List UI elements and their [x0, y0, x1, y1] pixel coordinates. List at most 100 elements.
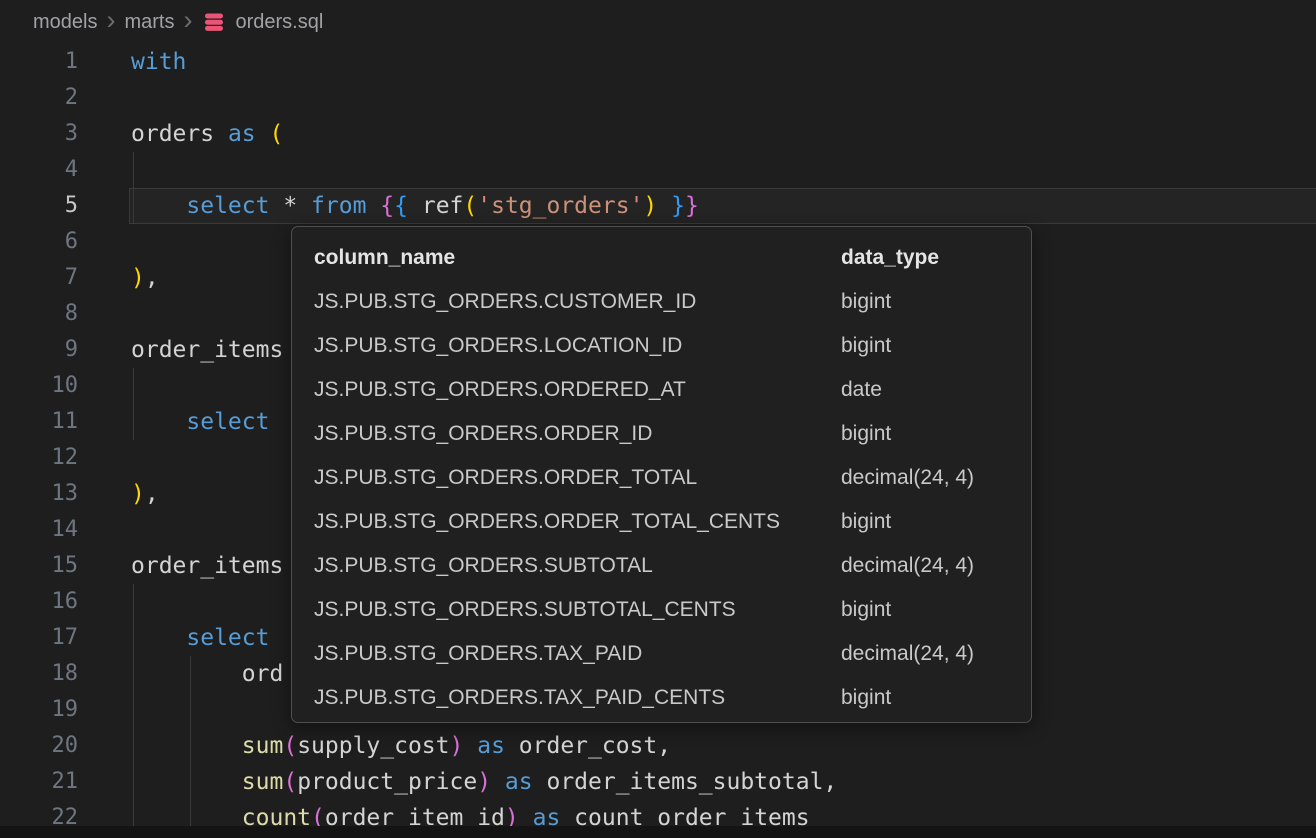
code-token: select	[186, 625, 269, 651]
code-token: sum	[242, 769, 284, 795]
line-number[interactable]: 17	[0, 620, 78, 656]
code-token: )	[477, 769, 491, 795]
line-number[interactable]: 21	[0, 764, 78, 800]
code-token: order_items	[131, 553, 283, 579]
code-token: 'stg_orders'	[477, 193, 643, 219]
column-row: JS.PUB.STG_ORDERS.CUSTOMER_IDbigint	[314, 280, 1031, 324]
line-number[interactable]: 15	[0, 548, 78, 584]
code-token: product_price	[297, 769, 477, 795]
line-number[interactable]: 7	[0, 260, 78, 296]
line-number[interactable]: 14	[0, 512, 78, 548]
data-type-cell: bigint	[841, 324, 891, 368]
code-token: as	[505, 769, 533, 795]
code-token: )	[131, 265, 145, 291]
code-editor[interactable]: 12345678910111213141516171819202122 with…	[0, 44, 1316, 838]
data-type-cell: bigint	[841, 500, 891, 544]
code-token: sum	[242, 733, 284, 759]
breadcrumb-item-file[interactable]: orders.sql	[235, 11, 323, 34]
code-token: from	[311, 193, 366, 219]
code-token	[657, 193, 671, 219]
breadcrumb-item-models[interactable]: models	[33, 11, 97, 34]
data-type-cell: bigint	[841, 676, 891, 720]
code-token: (	[283, 769, 297, 795]
data-type-cell: bigint	[841, 280, 891, 324]
column-name-cell: JS.PUB.STG_ORDERS.ORDER_ID	[314, 412, 841, 456]
code-token: (	[283, 733, 297, 759]
code-token: }	[671, 193, 685, 219]
column-name-cell: JS.PUB.STG_ORDERS.ORDER_TOTAL	[314, 456, 841, 500]
line-number[interactable]: 8	[0, 296, 78, 332]
line-number[interactable]: 13	[0, 476, 78, 512]
popup-header-row: column_name data_type	[314, 236, 1031, 280]
line-number[interactable]: 1	[0, 44, 78, 80]
column-name-cell: JS.PUB.STG_ORDERS.ORDER_TOTAL_CENTS	[314, 500, 841, 544]
code-token: as	[228, 121, 256, 147]
column-name-cell: JS.PUB.STG_ORDERS.SUBTOTAL	[314, 544, 841, 588]
line-number[interactable]: 9	[0, 332, 78, 368]
code-line[interactable]: orders as (	[131, 116, 1316, 152]
code-token	[256, 121, 270, 147]
code-token: {	[380, 193, 394, 219]
code-line[interactable]: sum(supply_cost) as order_cost,	[131, 728, 1316, 764]
line-number[interactable]: 5	[0, 188, 78, 224]
code-token	[131, 733, 242, 759]
column-name-cell: JS.PUB.STG_ORDERS.SUBTOTAL_CENTS	[314, 588, 841, 632]
breadcrumb-item-marts[interactable]: marts	[124, 11, 174, 34]
line-number[interactable]: 16	[0, 584, 78, 620]
code-token	[131, 625, 186, 651]
popup-rows: JS.PUB.STG_ORDERS.CUSTOMER_IDbigintJS.PU…	[314, 280, 1031, 720]
line-number[interactable]: 20	[0, 728, 78, 764]
code-token: (	[270, 121, 284, 147]
code-token: )	[643, 193, 657, 219]
line-number[interactable]: 11	[0, 404, 78, 440]
database-icon	[201, 10, 227, 34]
column-row: JS.PUB.STG_ORDERS.ORDER_TOTAL_CENTSbigin…	[314, 500, 1031, 544]
data-type-header: data_type	[841, 236, 939, 280]
chevron-right-icon: ›	[174, 10, 201, 30]
code-token	[366, 193, 380, 219]
data-type-cell: bigint	[841, 588, 891, 632]
code-line[interactable]: with	[131, 44, 1316, 80]
column-name-header: column_name	[314, 236, 841, 280]
data-type-cell: decimal(24, 4)	[841, 544, 974, 588]
column-info-popup: column_name data_type JS.PUB.STG_ORDERS.…	[291, 226, 1032, 723]
column-row: JS.PUB.STG_ORDERS.TAX_PAID_CENTSbigint	[314, 676, 1031, 720]
line-number[interactable]: 12	[0, 440, 78, 476]
code-line[interactable]	[131, 80, 1316, 116]
line-number[interactable]: 3	[0, 116, 78, 152]
line-number[interactable]: 2	[0, 80, 78, 116]
column-row: JS.PUB.STG_ORDERS.TAX_PAIDdecimal(24, 4)	[314, 632, 1031, 676]
data-type-cell: decimal(24, 4)	[841, 632, 974, 676]
data-type-cell: date	[841, 368, 882, 412]
data-type-cell: bigint	[841, 412, 891, 456]
code-token: order_items	[131, 337, 283, 363]
line-number[interactable]: 4	[0, 152, 78, 188]
column-row: JS.PUB.STG_ORDERS.ORDER_IDbigint	[314, 412, 1031, 456]
line-number[interactable]: 18	[0, 656, 78, 692]
code-token: ref	[408, 193, 463, 219]
code-token: *	[269, 193, 311, 219]
line-number[interactable]: 19	[0, 692, 78, 728]
column-row: JS.PUB.STG_ORDERS.SUBTOTALdecimal(24, 4)	[314, 544, 1031, 588]
code-token: }	[685, 193, 699, 219]
column-row: JS.PUB.STG_ORDERS.SUBTOTAL_CENTSbigint	[314, 588, 1031, 632]
code-line[interactable]	[131, 152, 1316, 188]
code-token: ord	[131, 661, 283, 687]
column-name-cell: JS.PUB.STG_ORDERS.CUSTOMER_ID	[314, 280, 841, 324]
code-token: orders	[131, 121, 228, 147]
code-token: )	[131, 481, 145, 507]
code-line[interactable]: sum(product_price) as order_items_subtot…	[131, 764, 1316, 800]
code-token	[131, 769, 242, 795]
line-number[interactable]: 6	[0, 224, 78, 260]
code-token	[131, 409, 186, 435]
code-line[interactable]: select * from {{ ref('stg_orders') }}	[131, 188, 1316, 224]
code-token: select	[186, 409, 269, 435]
code-token: )	[450, 733, 464, 759]
code-token	[491, 769, 505, 795]
code-token	[463, 733, 477, 759]
code-token: (	[463, 193, 477, 219]
code-token: order_items_subtotal,	[533, 769, 838, 795]
data-type-cell: decimal(24, 4)	[841, 456, 974, 500]
line-number[interactable]: 10	[0, 368, 78, 404]
code-token: order_cost,	[505, 733, 671, 759]
